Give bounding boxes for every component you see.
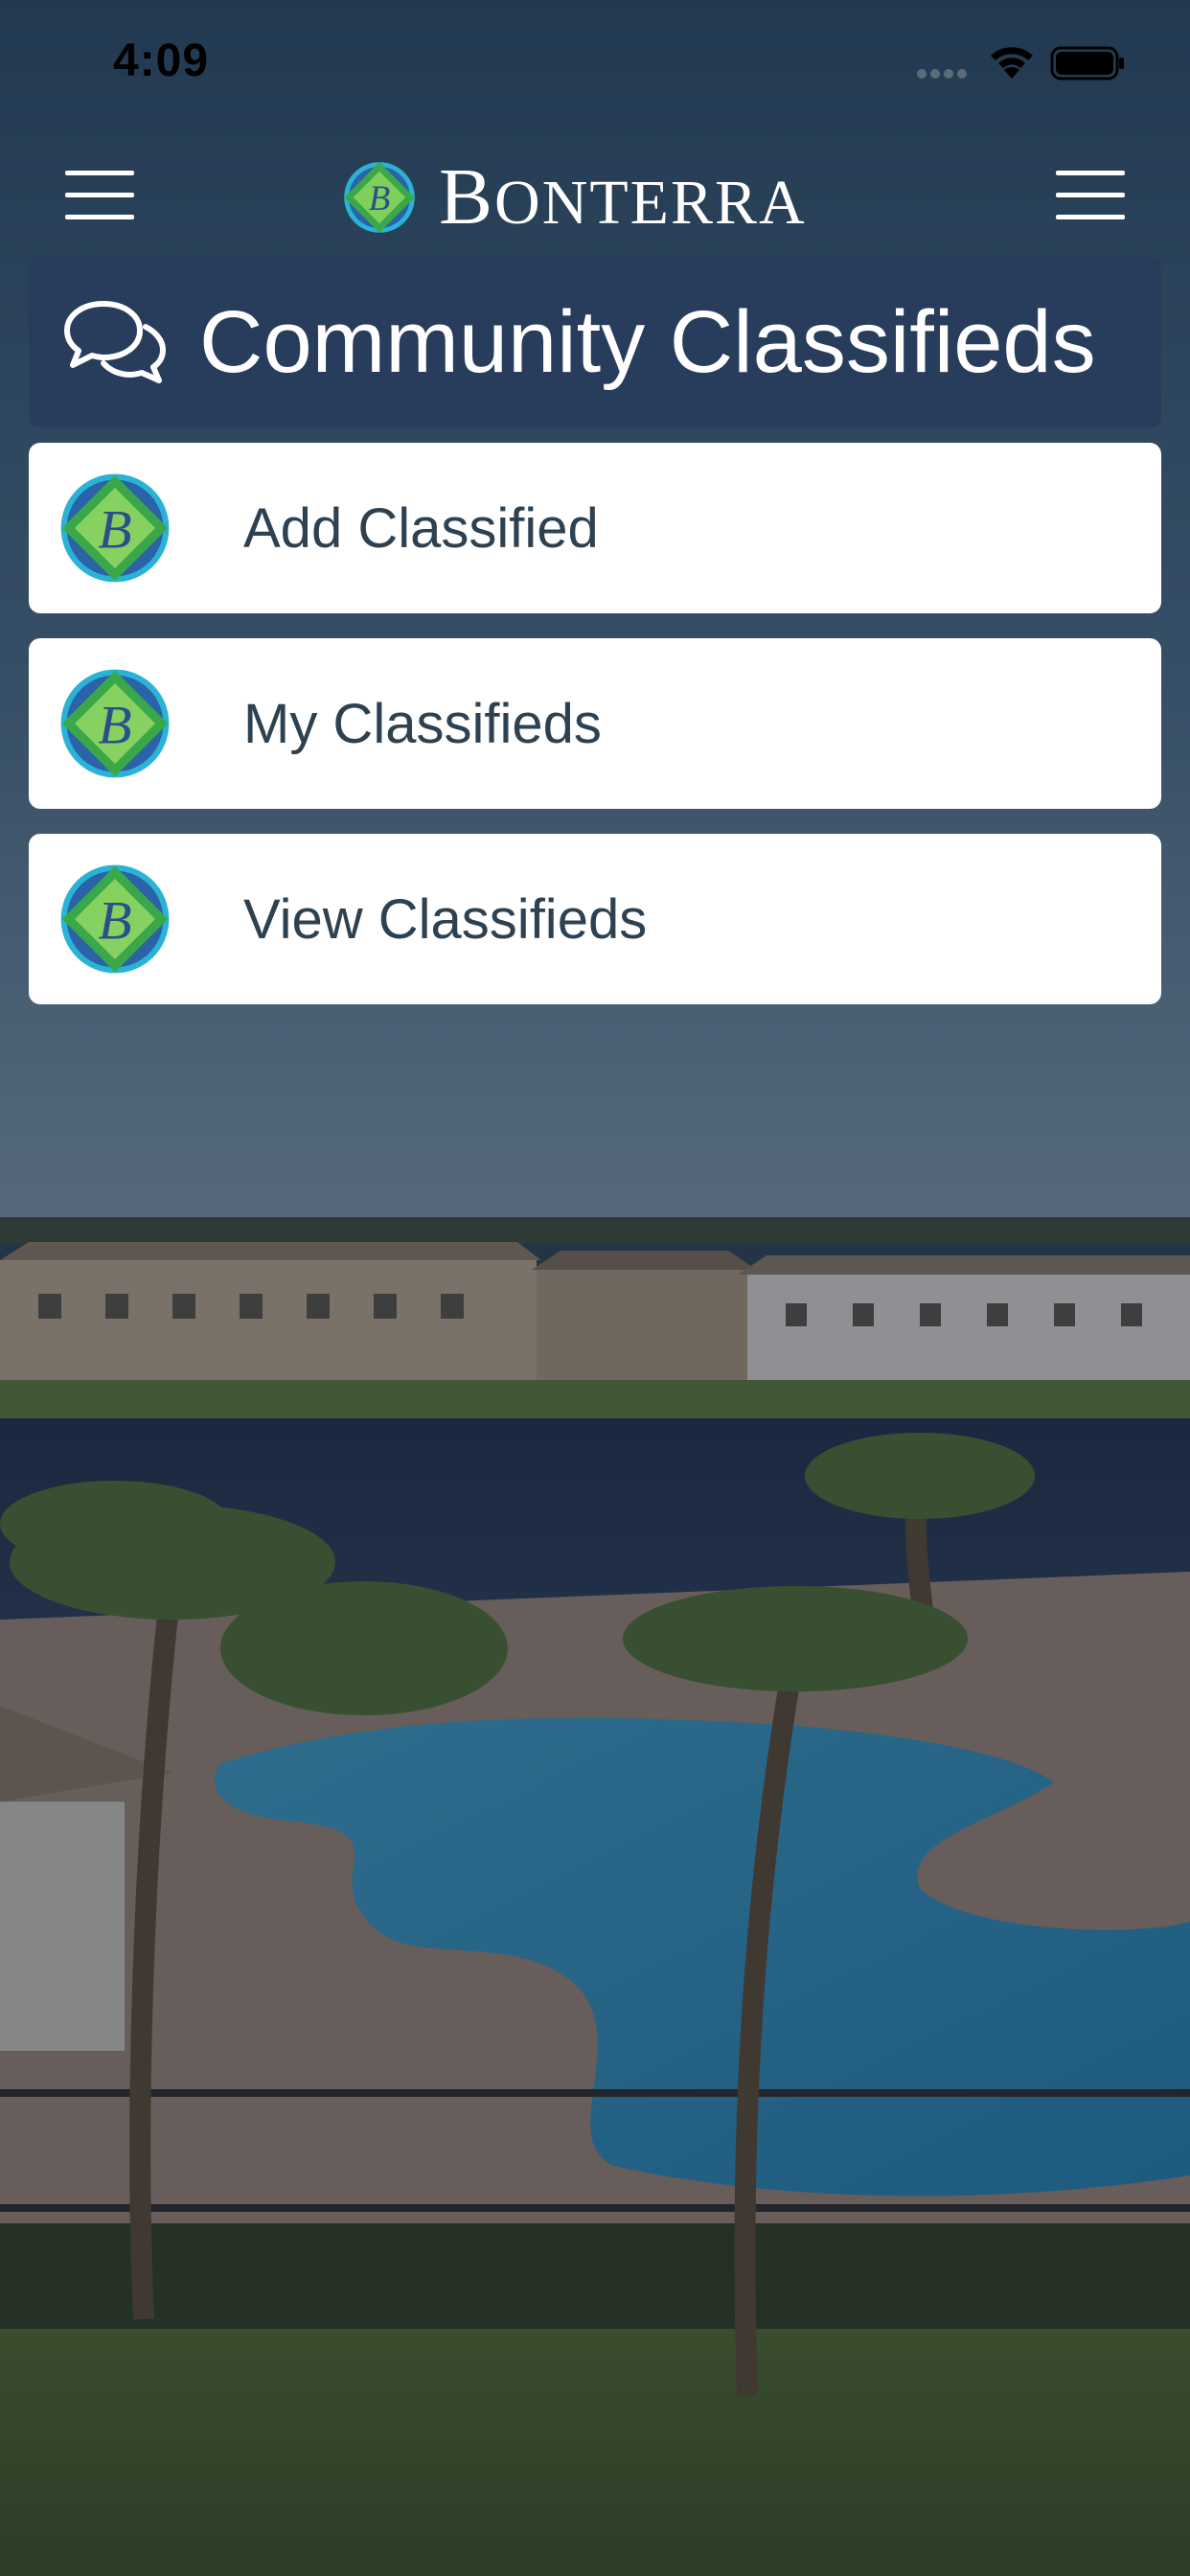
nav-header: B BONTERRA	[0, 144, 1190, 259]
menu-item-my-classifieds[interactable]: B My Classifieds	[29, 638, 1161, 809]
hamburger-menu-icon[interactable]	[1054, 167, 1127, 224]
brand-first-letter: B	[439, 152, 495, 242]
bonterra-logo-icon: B	[344, 162, 415, 233]
status-bar: 4:09	[0, 0, 1190, 134]
brand-name: BONTERRA	[439, 157, 807, 238]
menu-item-add-classified[interactable]: B Add Classified	[29, 443, 1161, 613]
page-title-banner: Community Classifieds	[29, 257, 1161, 427]
menu-item-label: My Classifieds	[243, 692, 602, 755]
bonterra-logo-icon: B	[60, 864, 170, 974]
menu-item-label: View Classifieds	[243, 887, 648, 951]
menu-item-label: Add Classified	[243, 496, 599, 560]
brand-rest: ONTERRA	[494, 168, 807, 238]
bonterra-logo-icon: B	[60, 669, 170, 778]
menu-item-view-classifieds[interactable]: B View Classifieds	[29, 834, 1161, 1004]
svg-text:B: B	[98, 695, 131, 755]
wifi-icon	[991, 47, 1033, 79]
svg-text:B: B	[98, 499, 131, 560]
page-title: Community Classifieds	[199, 292, 1096, 391]
battery-icon	[1050, 46, 1124, 80]
chat-bubbles-icon	[64, 301, 166, 383]
cellular-signal-icon	[917, 69, 967, 79]
status-time: 4:09	[113, 35, 210, 86]
bonterra-logo-icon: B	[60, 473, 170, 583]
svg-text:B: B	[98, 890, 131, 951]
svg-text:B: B	[369, 178, 390, 218]
brand: B BONTERRA	[341, 157, 807, 238]
app-screen: 4:09 B BONTERRA Community Classifieds B …	[0, 0, 1190, 2576]
hamburger-menu-icon[interactable]	[63, 167, 136, 224]
